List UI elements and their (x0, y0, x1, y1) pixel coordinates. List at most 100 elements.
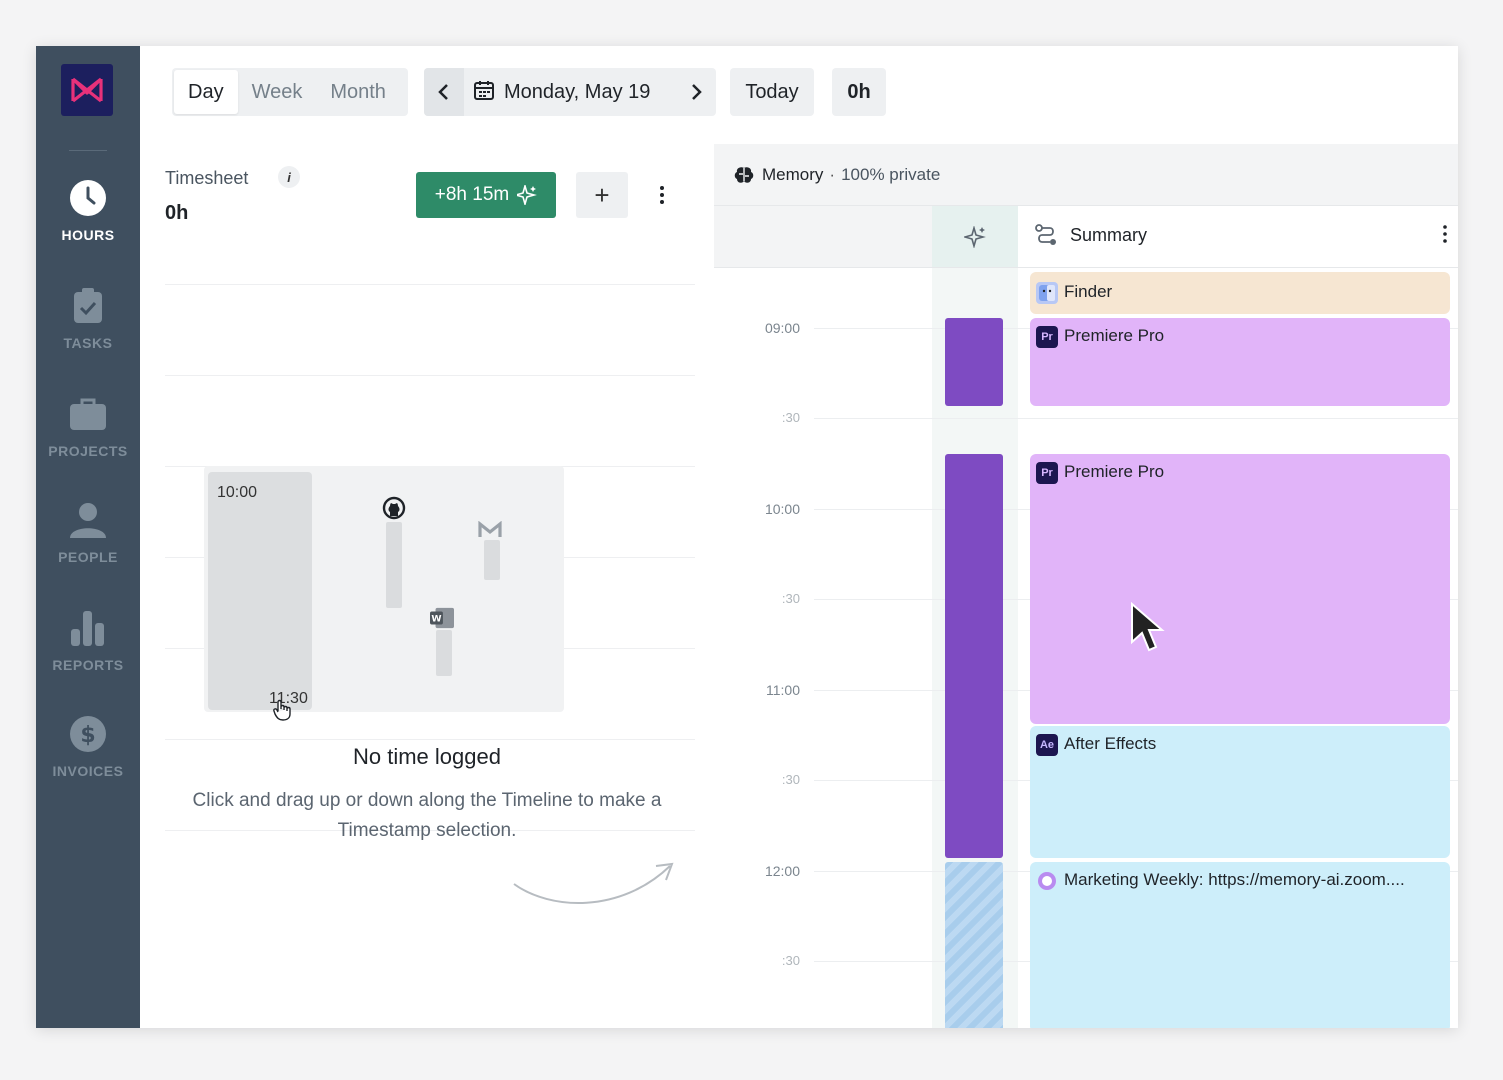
event-title: Premiere Pro (1064, 462, 1165, 481)
activity-bar (484, 540, 500, 580)
tab-day[interactable]: Day (174, 70, 238, 114)
more-options-button[interactable] (648, 172, 676, 218)
memory-title: Memory (762, 164, 824, 184)
add-entry-button[interactable]: + (576, 172, 628, 218)
zoom-meeting-icon (1036, 870, 1058, 892)
memory-header: Memory · 100% private (714, 144, 1458, 206)
event-title: Finder (1064, 282, 1113, 301)
timesheet-total: 0h (165, 202, 189, 224)
word-icon: W (430, 606, 454, 630)
half-hour-line (814, 418, 1458, 419)
brain-icon (734, 166, 754, 183)
column-options-button[interactable] (1442, 224, 1448, 249)
tab-month[interactable]: Month (316, 70, 400, 114)
sidebar-item-label: TASKS (63, 335, 113, 351)
current-date[interactable]: Monday, May 19 (504, 81, 650, 104)
sidebar-item-label: INVOICES (52, 763, 124, 779)
view-switcher: Day Week Month (172, 68, 408, 116)
sidebar-divider (69, 150, 107, 151)
selection-card: 10:00 11:30 (208, 472, 312, 710)
suggested-time-button[interactable]: +8h 15m (416, 172, 556, 218)
memory-panel: Memory · 100% private Summary 09:00:30 … (714, 144, 1458, 1028)
empty-state-title: No time logged (353, 744, 501, 769)
privacy-label: 100% private (841, 164, 941, 184)
gmail-icon (478, 518, 502, 542)
dollar-icon: $ (68, 714, 108, 754)
sidebar-item-tasks[interactable]: TASKS (36, 286, 140, 378)
premiere-pro-icon: Pr (1036, 326, 1058, 348)
sidebar-item-people[interactable]: PEOPLE (36, 500, 140, 592)
sidebar: HOURS TASKS PROJECTS PEOPLE REPORTS $ IN… (36, 46, 140, 1028)
date-navigator: Monday, May 19 (424, 68, 716, 116)
event-premiere-pro[interactable]: Pr Premiere Pro (1030, 318, 1450, 406)
sidebar-item-label: HOURS (61, 227, 115, 243)
memory-column-header: Summary (714, 206, 1458, 268)
time-label: :30 (781, 772, 800, 787)
time-gutter-header (714, 206, 932, 267)
chevron-left-icon (438, 84, 448, 100)
time-label: :30 (781, 953, 800, 968)
day-total-badge: 0h (832, 68, 886, 116)
premiere-pro-icon: Pr (1036, 462, 1058, 484)
next-day-button[interactable] (676, 68, 716, 116)
bar-chart-icon (68, 608, 108, 648)
summary-label: Summary (1070, 224, 1148, 245)
time-label: 09:00 (764, 320, 800, 336)
finder-icon (1036, 282, 1058, 304)
sidebar-item-hours[interactable]: HOURS (36, 178, 140, 270)
memory-timeline[interactable]: 09:00 :30 10:00 :30 11:00 :30 12:00 :30 … (714, 268, 1458, 1028)
logo-icon (71, 77, 103, 103)
activity-block[interactable] (945, 862, 1003, 1028)
person-icon (68, 500, 108, 540)
briefcase-icon (68, 394, 108, 434)
event-after-effects[interactable]: Ae After Effects (1030, 726, 1450, 858)
activity-bar (436, 630, 452, 676)
selection-start-time: 10:00 (217, 484, 258, 501)
event-finder[interactable]: Finder (1030, 272, 1450, 314)
sparkle-icon (517, 185, 538, 205)
route-icon (1035, 224, 1056, 245)
sidebar-item-label: PEOPLE (58, 549, 118, 565)
timesheet-title: Timesheet (165, 168, 249, 188)
calendar-icon (474, 80, 494, 105)
today-button[interactable]: Today (730, 68, 814, 116)
time-label: 10:00 (764, 501, 800, 517)
app-window: HOURS TASKS PROJECTS PEOPLE REPORTS $ IN… (36, 46, 1458, 1028)
chevron-right-icon (692, 84, 702, 100)
event-title: Premiere Pro (1064, 326, 1165, 345)
sidebar-item-reports[interactable]: REPORTS (36, 608, 140, 700)
svg-text:W: W (431, 614, 441, 625)
sidebar-item-invoices[interactable]: $ INVOICES (36, 714, 140, 806)
activity-block[interactable] (945, 318, 1003, 406)
top-toolbar: Day Week Month Monday, May 19 Today 0h (140, 46, 1458, 144)
time-label: :30 (781, 591, 800, 606)
separator-dot: · (829, 164, 836, 184)
mouse-pointer-icon (1131, 602, 1165, 652)
kebab-icon (660, 186, 664, 204)
prev-day-button[interactable] (424, 68, 464, 116)
suggested-time-label: +8h 15m (434, 184, 510, 205)
timesheet-panel: Timesheet i 0h +8h 15m + 10:00 11:30 W N… (140, 144, 714, 1028)
summary-column-title[interactable]: Summary (1034, 224, 1147, 246)
ai-column-header[interactable] (932, 206, 1018, 267)
event-premiere-pro[interactable]: Pr Premiere Pro (1030, 454, 1450, 724)
event-title: Marketing Weekly: https://memory-ai.zoom… (1064, 870, 1405, 889)
activity-bar (386, 522, 402, 608)
clipboard-check-icon (68, 286, 108, 326)
event-marketing-weekly[interactable]: Marketing Weekly: https://memory-ai.zoom… (1030, 862, 1450, 1028)
kebab-icon (1443, 225, 1447, 243)
sidebar-item-label: PROJECTS (48, 443, 128, 459)
time-label: :30 (781, 410, 800, 425)
empty-state-illustration: 10:00 11:30 W (204, 466, 564, 721)
event-title: After Effects (1064, 734, 1157, 753)
info-icon[interactable]: i (278, 166, 300, 188)
tab-week[interactable]: Week (238, 70, 317, 114)
sidebar-item-projects[interactable]: PROJECTS (36, 394, 140, 486)
activity-block[interactable] (945, 454, 1003, 858)
hand-cursor-icon (270, 698, 294, 722)
time-label: 11:00 (766, 682, 800, 698)
sparkle-icon (964, 225, 986, 248)
app-logo[interactable] (61, 64, 113, 116)
svg-text:$: $ (80, 723, 95, 748)
github-icon (382, 496, 406, 520)
